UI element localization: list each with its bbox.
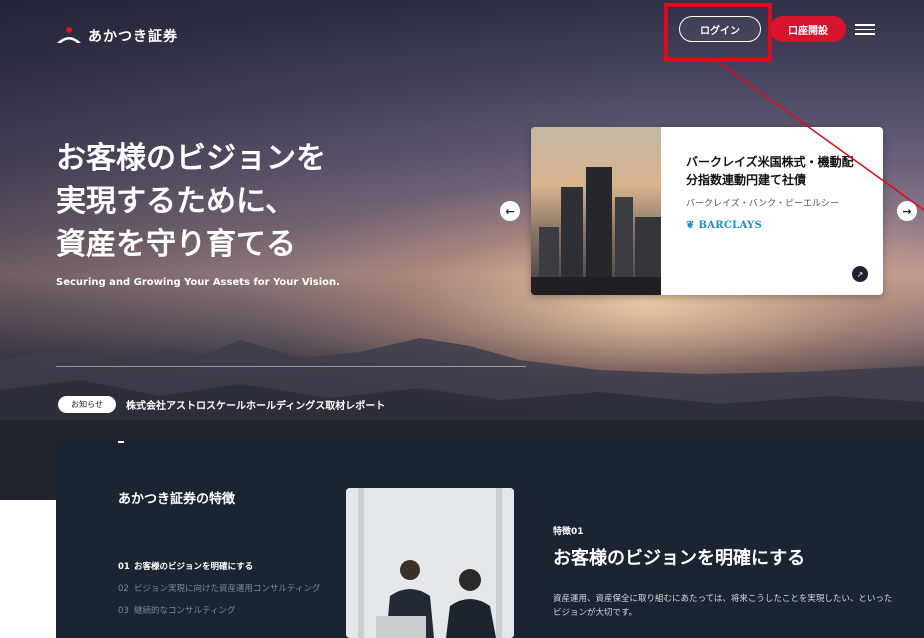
card-title-line: バークレイズ米国株式・機動配 bbox=[686, 155, 854, 169]
page: あかつき証券 ログイン 口座開設 お客様のビジョンを 実現するために、 資産を守… bbox=[0, 0, 924, 638]
barclays-logo-text: BARCLAYS bbox=[698, 220, 763, 231]
city-skyline-image bbox=[531, 127, 661, 295]
logo[interactable]: あかつき証券 bbox=[56, 26, 178, 46]
news-link[interactable]: 株式会社アストロスケールホールディングス取材レポート bbox=[126, 397, 385, 412]
hero-title: お客様のビジョンを 実現するために、 資産を守り育てる bbox=[56, 137, 456, 266]
hero-title-line: お客様のビジョンを bbox=[56, 141, 326, 176]
login-highlight-box bbox=[664, 3, 772, 62]
eagle-icon: ❦ bbox=[686, 220, 695, 231]
carousel-card[interactable]: バークレイズ米国株式・機動配 分指数連動円建て社債 バークレイズ・バンク・ピーエ… bbox=[531, 127, 883, 295]
feature-label: 特徴01 bbox=[553, 527, 584, 537]
card-title: バークレイズ米国株式・機動配 分指数連動円建て社債 bbox=[686, 153, 866, 189]
hero-divider bbox=[56, 366, 526, 367]
open-account-button[interactable]: 口座開設 bbox=[770, 16, 846, 42]
hero-subtitle: Securing and Growing Your Assets for You… bbox=[56, 277, 340, 288]
hero-title-line: 資産を守り育てる bbox=[56, 227, 296, 262]
section-dash bbox=[118, 441, 124, 443]
feature-item-number: 03 bbox=[118, 606, 129, 616]
hamburger-menu-icon[interactable] bbox=[855, 24, 875, 35]
features-title: あかつき証券の特徴 bbox=[118, 492, 236, 507]
feature-description: 資産運用、資産保全に取り組むにあたっては、将来こうしたことを実現したい、といった… bbox=[553, 594, 893, 618]
card-link-arrow-icon[interactable]: ↗ bbox=[852, 266, 868, 282]
feature-heading: お客様のビジョンを明確にする bbox=[553, 548, 806, 569]
logo-text: あかつき証券 bbox=[88, 29, 178, 45]
feature-item-label: ビジョン実現に向けた資産運用コンサルティング bbox=[134, 584, 321, 594]
carousel-prev-button[interactable]: ← bbox=[500, 201, 520, 221]
consultation-photo bbox=[346, 488, 514, 638]
card-issuer: バークレイズ・バンク・ピーエルシー bbox=[686, 199, 840, 209]
feature-item-label: お客様のビジョンを明確にする bbox=[134, 562, 254, 572]
feature-item-number: 02 bbox=[118, 584, 129, 594]
feature-item-label: 継続的なコンサルティング bbox=[134, 606, 236, 616]
feature-item-01[interactable]: 01 お客様のビジョンを明確にする bbox=[118, 561, 333, 573]
hero-title-line: 実現するために、 bbox=[56, 184, 296, 219]
card-title-line: 分指数連動円建て社債 bbox=[686, 173, 807, 187]
feature-item-03[interactable]: 03 継続的なコンサルティング bbox=[118, 605, 333, 617]
feature-item-number: 01 bbox=[118, 562, 130, 572]
news-badge: お知らせ bbox=[58, 396, 116, 413]
feature-item-02[interactable]: 02 ビジョン実現に向けた資産運用コンサルティング bbox=[118, 583, 333, 595]
logo-mark-icon bbox=[56, 26, 82, 46]
barclays-logo: ❦ BARCLAYS bbox=[686, 220, 762, 231]
carousel-next-button[interactable]: → bbox=[897, 201, 917, 221]
features-list: 01 お客様のビジョンを明確にする 02 ビジョン実現に向けた資産運用コンサルテ… bbox=[118, 561, 333, 627]
